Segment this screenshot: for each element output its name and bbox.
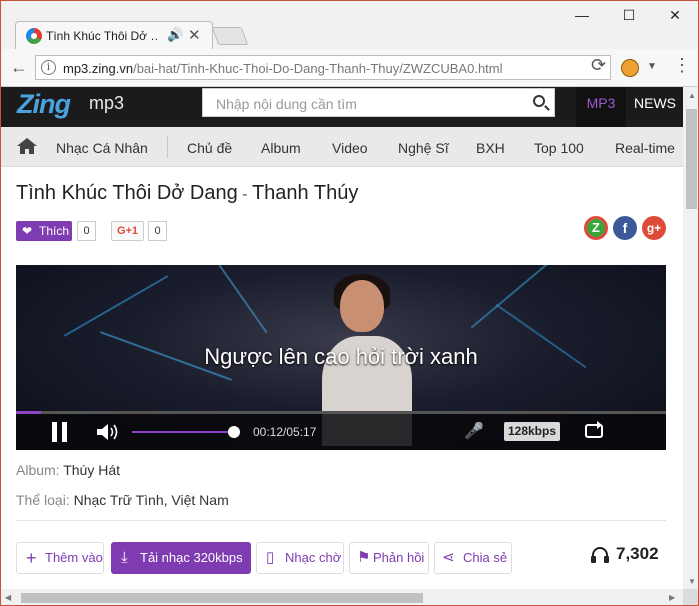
volume-fill: [132, 431, 234, 433]
add-to-playlist-button[interactable]: + Thêm vào: [16, 542, 104, 574]
music-player[interactable]: Ngược lên cao hỏi trời xanh 00:12/05:17 …: [16, 265, 666, 450]
info-icon[interactable]: i: [41, 60, 56, 75]
song-artist-link[interactable]: Thanh Thúy: [252, 182, 358, 204]
microphone-icon[interactable]: 🎤: [464, 421, 484, 441]
download-icon: ⤓: [121, 549, 128, 566]
zing-share-icon[interactable]: Z: [584, 216, 608, 240]
lyric-line: Ngược lên cao hỏi trời xanh: [204, 344, 478, 369]
page-title: Tình Khúc Thôi Dở Dang - Thanh Thúy: [16, 182, 358, 205]
header-tab-news[interactable]: NEWS: [627, 87, 683, 127]
logo-mp3-text[interactable]: mp3: [89, 93, 124, 114]
header-tab-mp3[interactable]: MP3: [576, 87, 626, 127]
title-bar: Tình Khúc Thôi Dở … 🔊 ✕ — ☐ ✕: [1, 1, 698, 49]
background-streak: [63, 275, 169, 337]
genre-label: Thể loại:: [16, 492, 70, 508]
song-title: Tình Khúc Thôi Dở Dang: [16, 182, 238, 204]
zing-logo[interactable]: Zing: [17, 89, 71, 120]
nav-divider: [167, 136, 168, 158]
feedback-button[interactable]: ⚑ Phản hồi: [349, 542, 429, 574]
share-button[interactable]: ⋖ Chia sẻ: [434, 542, 512, 574]
genre-link[interactable]: Việt Nam: [171, 492, 228, 508]
download-button[interactable]: ⤓ Tải nhạc 320kbps: [111, 542, 251, 574]
horizontal-scroll-thumb[interactable]: [21, 593, 423, 603]
back-arrow-icon[interactable]: ←: [10, 57, 28, 78]
scroll-left-icon[interactable]: ◀: [5, 593, 11, 602]
nav-item-artists[interactable]: Nghệ Sĩ: [398, 140, 449, 156]
browser-window: Tình Khúc Thôi Dở … 🔊 ✕ — ☐ ✕ ← i mp3.zi…: [0, 0, 699, 606]
zing-favicon-icon: [26, 28, 42, 44]
gplus-button[interactable]: G+1: [111, 221, 144, 241]
gplus-count: 0: [148, 221, 167, 241]
genre-link[interactable]: Nhạc Trữ Tình: [74, 492, 164, 508]
close-window-icon[interactable]: ✕: [665, 7, 685, 24]
search-input[interactable]: Nhập nội dung cần tìm: [202, 88, 555, 117]
nav-item-charts[interactable]: BXH: [476, 140, 505, 156]
search-icon[interactable]: [533, 95, 545, 107]
minimize-icon[interactable]: —: [572, 7, 592, 23]
quality-badge[interactable]: 128kbps: [504, 422, 560, 441]
heart-icon: ❤: [22, 224, 33, 238]
google-plus-icon[interactable]: g+: [642, 216, 666, 240]
speaker-icon[interactable]: 🔊: [167, 27, 183, 43]
scroll-up-icon[interactable]: ▲: [688, 91, 696, 100]
vertical-scrollbar[interactable]: ▲ ▼: [683, 87, 698, 589]
pause-icon[interactable]: [52, 422, 68, 442]
scroll-right-icon[interactable]: ▶: [669, 593, 675, 602]
nav-item-realtime[interactable]: Real-time: [615, 140, 675, 156]
address-bar[interactable]: i mp3.zing.vn/bai-hat/Tinh-Khuc-Thoi-Do-…: [35, 55, 611, 80]
like-button[interactable]: ❤ Thích: [16, 221, 72, 241]
album-link[interactable]: Thúy Hát: [63, 462, 120, 478]
maximize-icon[interactable]: ☐: [619, 7, 639, 24]
nav-item-album[interactable]: Album: [261, 140, 301, 156]
player-controls: 00:12/05:17 🎤 128kbps: [16, 414, 666, 450]
volume-knob[interactable]: [228, 426, 240, 438]
headphones-icon: [591, 547, 609, 563]
reload-icon[interactable]: ⟳: [591, 55, 606, 76]
listen-count: 7,302: [616, 544, 659, 563]
scrollbar-corner: [683, 589, 698, 605]
extension-icon[interactable]: [621, 59, 639, 77]
browser-tab[interactable]: Tình Khúc Thôi Dở … 🔊 ✕: [15, 21, 213, 49]
tab-title: Tình Khúc Thôi Dở …: [46, 29, 158, 43]
new-tab-button[interactable]: [211, 27, 249, 45]
vertical-scroll-thumb[interactable]: [686, 109, 697, 209]
like-label: Thích: [39, 224, 70, 238]
url-text[interactable]: mp3.zing.vn/bai-hat/Tinh-Khuc-Thoi-Do-Da…: [63, 61, 503, 76]
divider: [16, 520, 666, 521]
nav-item-personal[interactable]: Nhạc Cá Nhân: [56, 140, 148, 156]
ringtone-button[interactable]: ▯ Nhạc chờ: [256, 542, 344, 574]
horizontal-scrollbar[interactable]: ◀ ▶: [1, 589, 683, 605]
time-display: 00:12/05:17: [253, 425, 317, 439]
album-row: Album: Thúy Hát: [16, 462, 120, 478]
background-streak: [214, 265, 268, 334]
plus-icon: +: [26, 548, 37, 568]
like-count: 0: [77, 221, 96, 241]
title-dash: -: [237, 186, 252, 203]
main-nav: Nhạc Cá Nhân Chủ đề Album Video Nghệ Sĩ …: [1, 127, 683, 167]
repeat-icon[interactable]: [585, 421, 603, 438]
background-streak: [470, 265, 572, 329]
volume-icon[interactable]: [96, 423, 122, 441]
volume-slider[interactable]: [132, 426, 240, 438]
chevron-down-icon[interactable]: ▼: [647, 61, 657, 72]
share-icon: ⋖: [442, 549, 455, 566]
genre-row: Thể loại: Nhạc Trữ Tình, Việt Nam: [16, 492, 229, 508]
nav-item-top100[interactable]: Top 100: [534, 140, 584, 156]
close-tab-icon[interactable]: ✕: [188, 26, 201, 44]
menu-icon[interactable]: ⋮: [673, 55, 691, 76]
facebook-icon[interactable]: f: [613, 216, 637, 240]
nav-item-topics[interactable]: Chủ đề: [187, 140, 232, 156]
flag-icon: ⚑: [357, 549, 371, 566]
album-label: Album:: [16, 462, 60, 478]
scroll-down-icon[interactable]: ▼: [688, 577, 696, 586]
home-icon[interactable]: [17, 138, 37, 154]
search-placeholder: Nhập nội dung cần tìm: [216, 96, 357, 112]
nav-item-video[interactable]: Video: [332, 140, 368, 156]
phone-icon: ▯: [266, 549, 275, 566]
site-header: Zing mp3 Nhập nội dung cần tìm MP3 NEWS: [1, 87, 683, 127]
